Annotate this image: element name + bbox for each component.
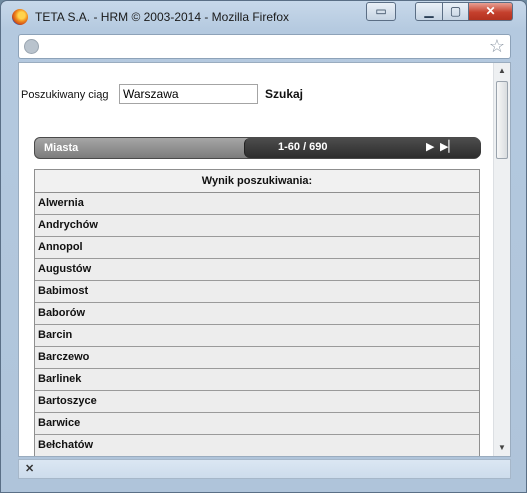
globe-icon[interactable] xyxy=(24,39,39,54)
list-item[interactable]: Andrychów xyxy=(35,215,479,237)
list-item[interactable]: Barcin xyxy=(35,325,479,347)
scroll-up-icon[interactable]: ▲ xyxy=(494,63,510,79)
last-page-icon[interactable]: ▶▏ xyxy=(440,140,457,153)
grid-header: Miasta 1-60 / 690 ▶ ▶▏ xyxy=(34,137,481,159)
maximize-button[interactable]: ▢ xyxy=(442,2,469,21)
list-item[interactable]: Alwernia xyxy=(35,193,479,215)
close-findbar-icon[interactable]: ✕ xyxy=(25,462,34,475)
star-icon[interactable]: ☆ xyxy=(489,36,505,56)
pager-range: 1-60 / 690 xyxy=(278,141,328,153)
find-bar: ✕ xyxy=(18,459,511,479)
list-item[interactable]: Baborów xyxy=(35,303,479,325)
grid-title: Miasta xyxy=(44,142,79,154)
title-bar: TETA S.A. - HRM © 2003-2014 - Mozilla Fi… xyxy=(1,1,526,31)
list-item[interactable]: Annopol xyxy=(35,237,479,259)
next-page-icon[interactable]: ▶ xyxy=(426,140,434,153)
list-item[interactable]: Barczewo xyxy=(35,347,479,369)
window-title: TETA S.A. - HRM © 2003-2014 - Mozilla Fi… xyxy=(35,10,290,24)
scroll-thumb[interactable] xyxy=(496,81,508,159)
page-content: Poszukiwany ciąg Szukaj Miasta 1-60 / 69… xyxy=(18,62,511,457)
snap-button[interactable]: ▭ xyxy=(366,2,396,21)
snap-icon: ▭ xyxy=(375,4,387,18)
search-input[interactable] xyxy=(119,84,258,104)
maximize-icon: ▢ xyxy=(449,4,462,18)
address-bar[interactable]: ☆ xyxy=(18,34,511,59)
list-item[interactable]: Babimost xyxy=(35,281,479,303)
list-item[interactable]: Barlinek xyxy=(35,369,479,391)
minimize-button[interactable]: ▁ xyxy=(415,2,443,21)
list-item[interactable]: Augustów xyxy=(35,259,479,281)
firefox-icon xyxy=(12,9,28,25)
list-item[interactable]: Bartoszyce xyxy=(35,391,479,413)
close-icon: ✕ xyxy=(485,4,496,18)
result-header: Wynik poszukiwania: xyxy=(35,170,479,193)
result-list: Wynik poszukiwania: Alwernia Andrychów A… xyxy=(34,169,480,456)
vertical-scrollbar[interactable]: ▲ ▼ xyxy=(493,63,510,456)
list-item[interactable]: Barwice xyxy=(35,413,479,435)
search-button[interactable]: Szukaj xyxy=(265,87,303,101)
cities-grid: Miasta 1-60 / 690 ▶ ▶▏ Wynik poszukiwani… xyxy=(34,137,482,456)
pager: 1-60 / 690 ▶ ▶▏ xyxy=(244,138,481,158)
browser-window: TETA S.A. - HRM © 2003-2014 - Mozilla Fi… xyxy=(0,0,527,493)
minimize-icon: ▁ xyxy=(424,4,434,18)
search-label: Poszukiwany ciąg xyxy=(21,89,109,101)
list-item[interactable]: Bełchatów xyxy=(35,435,479,456)
scroll-down-icon[interactable]: ▼ xyxy=(494,440,510,456)
close-button[interactable]: ✕ xyxy=(468,2,513,21)
